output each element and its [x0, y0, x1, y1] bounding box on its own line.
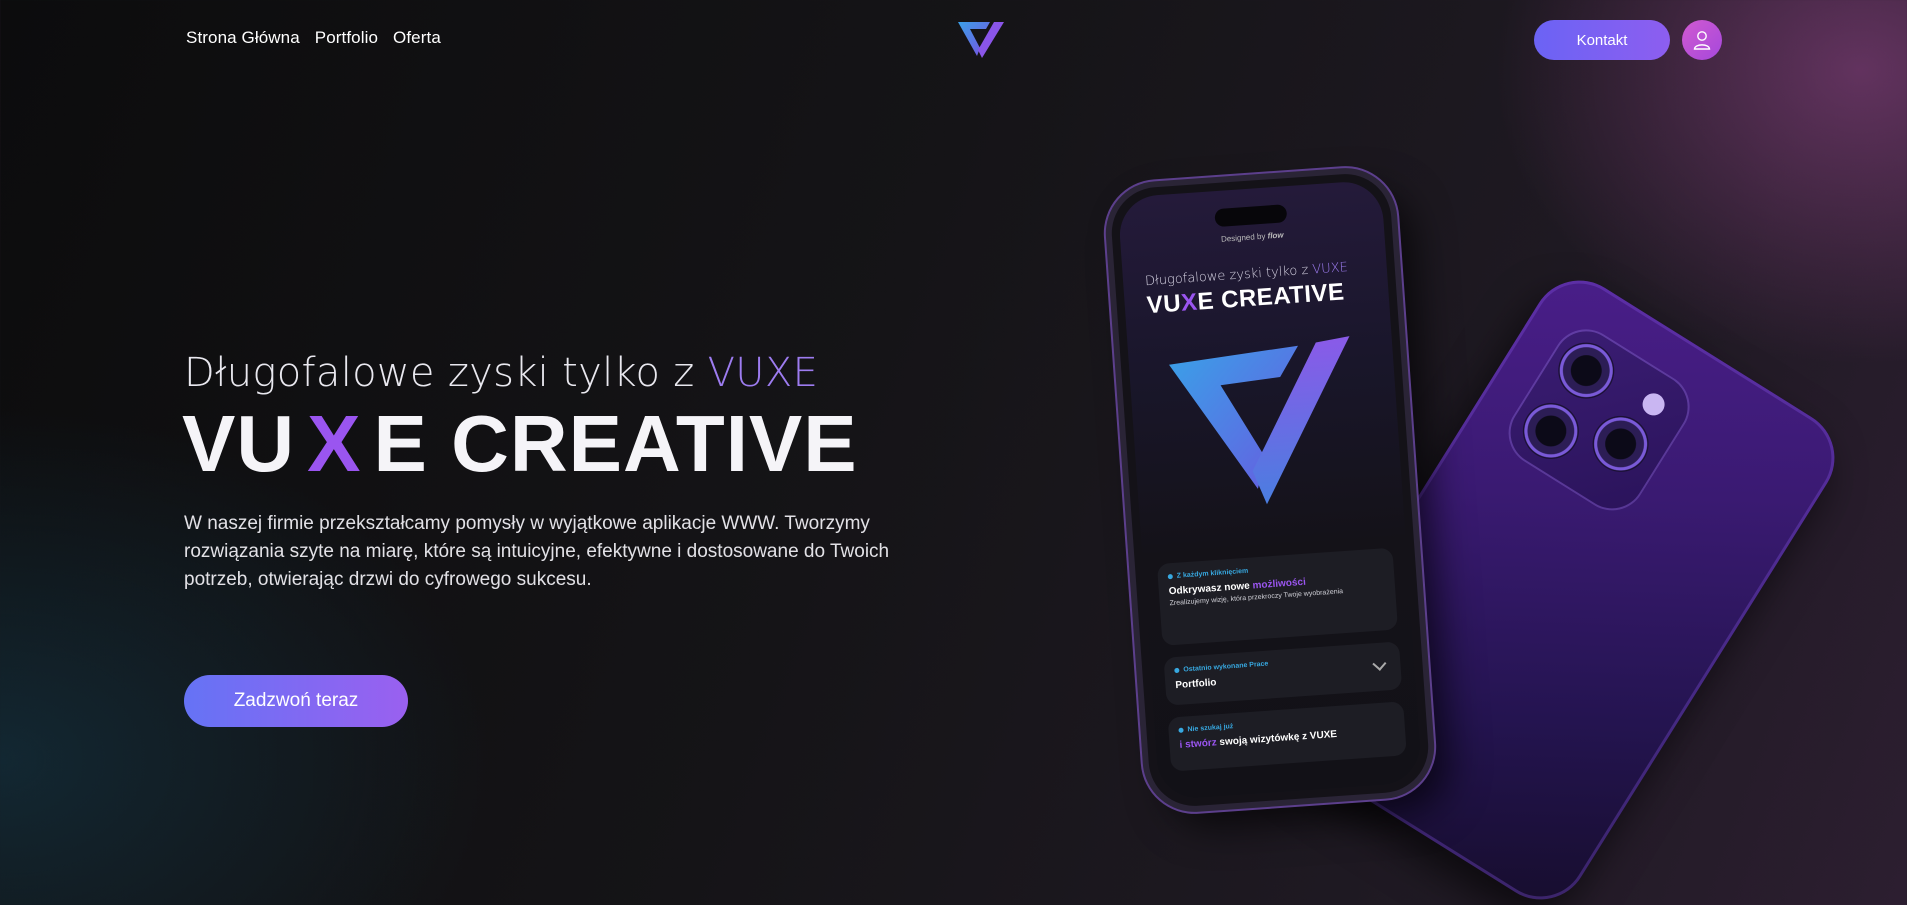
vuxe-logo-icon[interactable]	[956, 20, 1006, 60]
portfolio-card[interactable]: Ostatnio wykonane Prace Portfolio	[1163, 641, 1403, 706]
hero-brand-title: VU X E CREATIVE	[182, 402, 858, 486]
call-now-button[interactable]: Zadzwoń teraz	[184, 675, 408, 727]
feature-card[interactable]: Z każdym kliknięciem Odkrywasz nowe możl…	[1156, 547, 1399, 646]
hero-tagline-accent: VUXE	[707, 350, 819, 396]
nav-link-home[interactable]: Strona Główna	[186, 28, 300, 48]
phone-mockup: Designed by flow Długofalowe zyski tylko…	[1108, 170, 1853, 905]
main-nav: Strona Główna Portfolio Oferta	[186, 28, 441, 48]
phone-tagline-accent: VUXE	[1311, 260, 1349, 278]
hero-tagline: Długofalowe zyski tylko z VUXE	[184, 350, 818, 396]
dynamic-island	[1214, 204, 1288, 228]
contact-button[interactable]: Kontakt	[1534, 20, 1670, 60]
business-card-title-rest: swoją wizytówkę z VUXE	[1216, 728, 1338, 749]
phone-brand-x: X	[1180, 288, 1199, 317]
camera-module-icon	[1495, 316, 1703, 524]
brand-part-vu: VU	[182, 399, 296, 488]
feature-card-title-highlight: możliwości	[1252, 576, 1307, 592]
brand-part-x: X	[307, 399, 362, 488]
hero-description: W naszej firmie przekształcamy pomysły w…	[184, 513, 890, 590]
phone-brand-vu: VU	[1145, 289, 1183, 320]
feature-card-tag-text: Z każdym kliknięciem	[1176, 567, 1249, 580]
designed-by-name: flow	[1267, 230, 1284, 241]
business-card-title-highlight: i stwórz	[1179, 737, 1218, 751]
designed-by-label: Designed by flow	[1120, 223, 1384, 250]
nav-link-offer[interactable]: Oferta	[393, 28, 441, 48]
portfolio-card-tag-text: Ostatnio wykonane Prace	[1183, 660, 1269, 674]
designed-by-prefix: Designed by	[1220, 231, 1268, 244]
nav-link-portfolio[interactable]: Portfolio	[315, 28, 378, 48]
phone-front: Designed by flow Długofalowe zyski tylko…	[1108, 170, 1432, 810]
business-card-tag-text: Nie szukaj już	[1187, 723, 1234, 734]
business-card-promo[interactable]: Nie szukaj już i stwórz swoją wizytówkę …	[1167, 701, 1407, 772]
user-icon	[1693, 31, 1711, 50]
phone-screen: Designed by flow Długofalowe zyski tylko…	[1117, 179, 1423, 801]
brand-part-creative: E CREATIVE	[373, 399, 858, 488]
phone-logo-icon	[1169, 336, 1350, 505]
user-account-button[interactable]	[1682, 20, 1722, 60]
hero-tagline-prefix: Długofalowe zyski tylko z	[184, 350, 708, 396]
